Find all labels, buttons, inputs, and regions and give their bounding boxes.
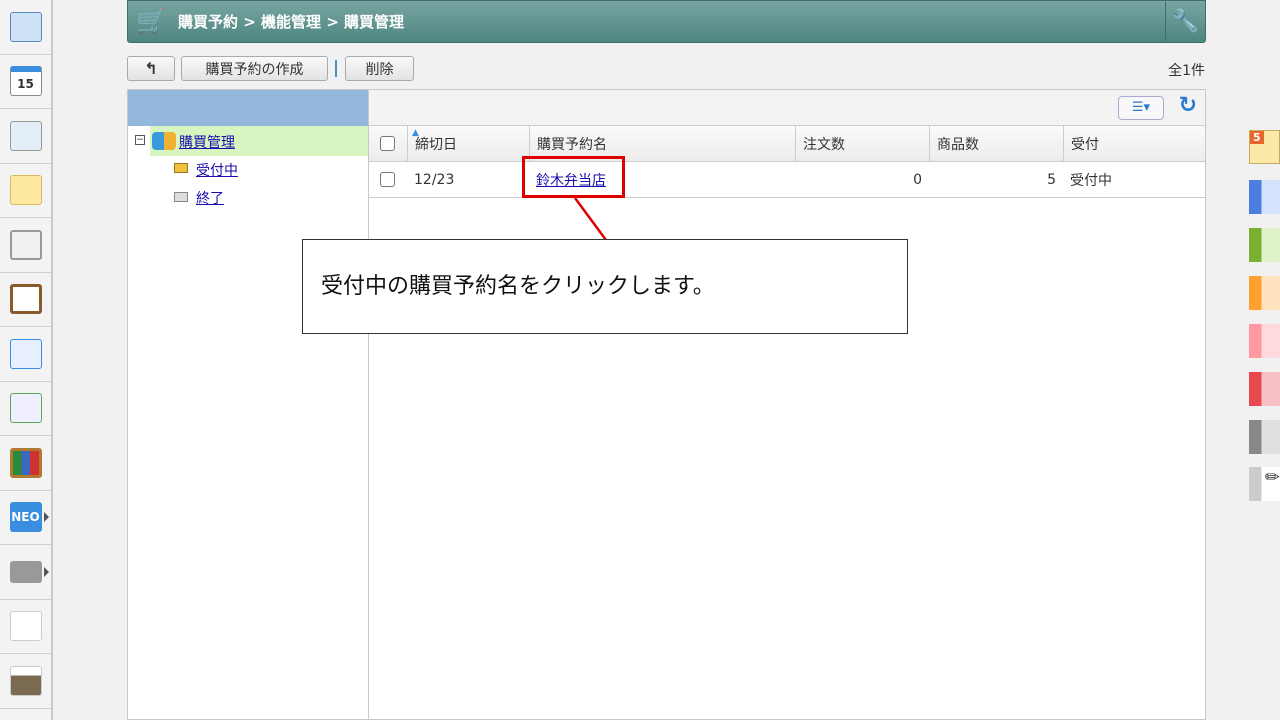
color-tab-blue[interactable] — [1249, 180, 1280, 214]
callout-pointer — [573, 197, 608, 241]
notification-icon[interactable]: 5 — [1249, 130, 1280, 164]
color-tab-green[interactable] — [1249, 228, 1280, 262]
color-tab-gray[interactable] — [1249, 420, 1280, 454]
notification-badge: 5 — [1250, 131, 1264, 144]
color-tab-red[interactable] — [1249, 372, 1280, 406]
color-tab-pink[interactable] — [1249, 324, 1280, 358]
instruction-callout: 受付中の購買予約名をクリックします。 — [302, 239, 908, 334]
pencil-icon[interactable]: ✏ — [1249, 467, 1280, 501]
color-tab-orange[interactable] — [1249, 276, 1280, 310]
